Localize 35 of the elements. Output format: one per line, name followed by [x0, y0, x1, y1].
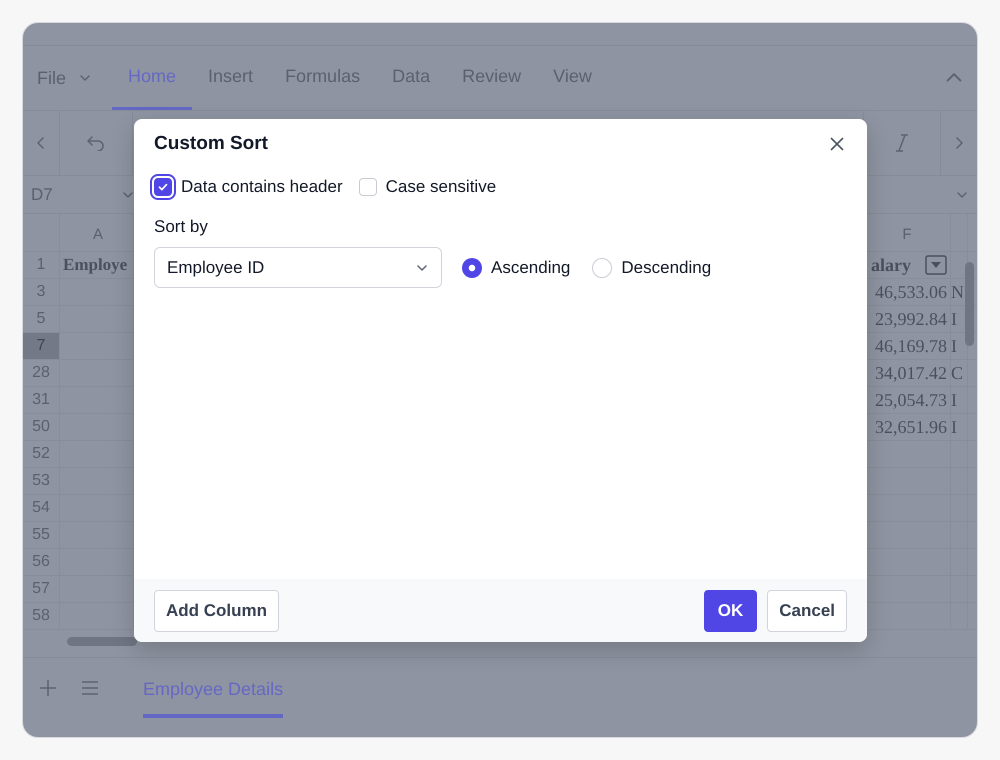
radio-label: Ascending [491, 258, 570, 278]
italic-icon[interactable] [894, 134, 910, 152]
checkmark-icon [157, 181, 169, 193]
ok-button[interactable]: OK [704, 590, 758, 632]
cancel-button[interactable]: Cancel [767, 590, 847, 632]
menu-icon[interactable] [81, 681, 99, 695]
radio-button[interactable] [462, 258, 482, 278]
table-cell: Employe [63, 255, 128, 275]
table-cell: I [951, 416, 957, 438]
table-cell: 23,992.84 [875, 308, 947, 330]
radio-label: Descending [621, 258, 712, 278]
scrollbar-thumb[interactable] [67, 637, 137, 646]
table-cell: 25,054.73 [875, 390, 947, 410]
add-column-button[interactable]: Add Column [154, 590, 280, 632]
sort-by-label: Sort by [154, 217, 209, 237]
checkbox-label: Data contains header [181, 177, 343, 197]
table-cell: alary [871, 254, 911, 276]
undo-icon[interactable] [86, 135, 106, 151]
filter-dropdown-icon[interactable] [925, 255, 947, 275]
scrollbar-thumb[interactable] [965, 262, 974, 346]
table-cell: N [951, 282, 964, 302]
table-cell: I [951, 308, 957, 330]
sort-by-dropdown[interactable]: Employee ID [154, 247, 442, 288]
table-cell: I [951, 390, 957, 410]
add-icon[interactable] [39, 679, 57, 697]
table-cell: 46,169.78 [875, 336, 947, 356]
table-cell: 34,017.42 [875, 362, 947, 384]
radio-button[interactable] [592, 258, 612, 278]
table-cell: 32,651.96 [875, 416, 947, 438]
table-cell: C [951, 362, 964, 384]
dialog-title: Custom Sort [154, 133, 268, 155]
checkbox-label: Case sensitive [386, 177, 496, 197]
table-cell: 46,533.06 [875, 282, 947, 302]
close-icon[interactable] [829, 136, 845, 152]
table-cell: I [951, 336, 957, 356]
